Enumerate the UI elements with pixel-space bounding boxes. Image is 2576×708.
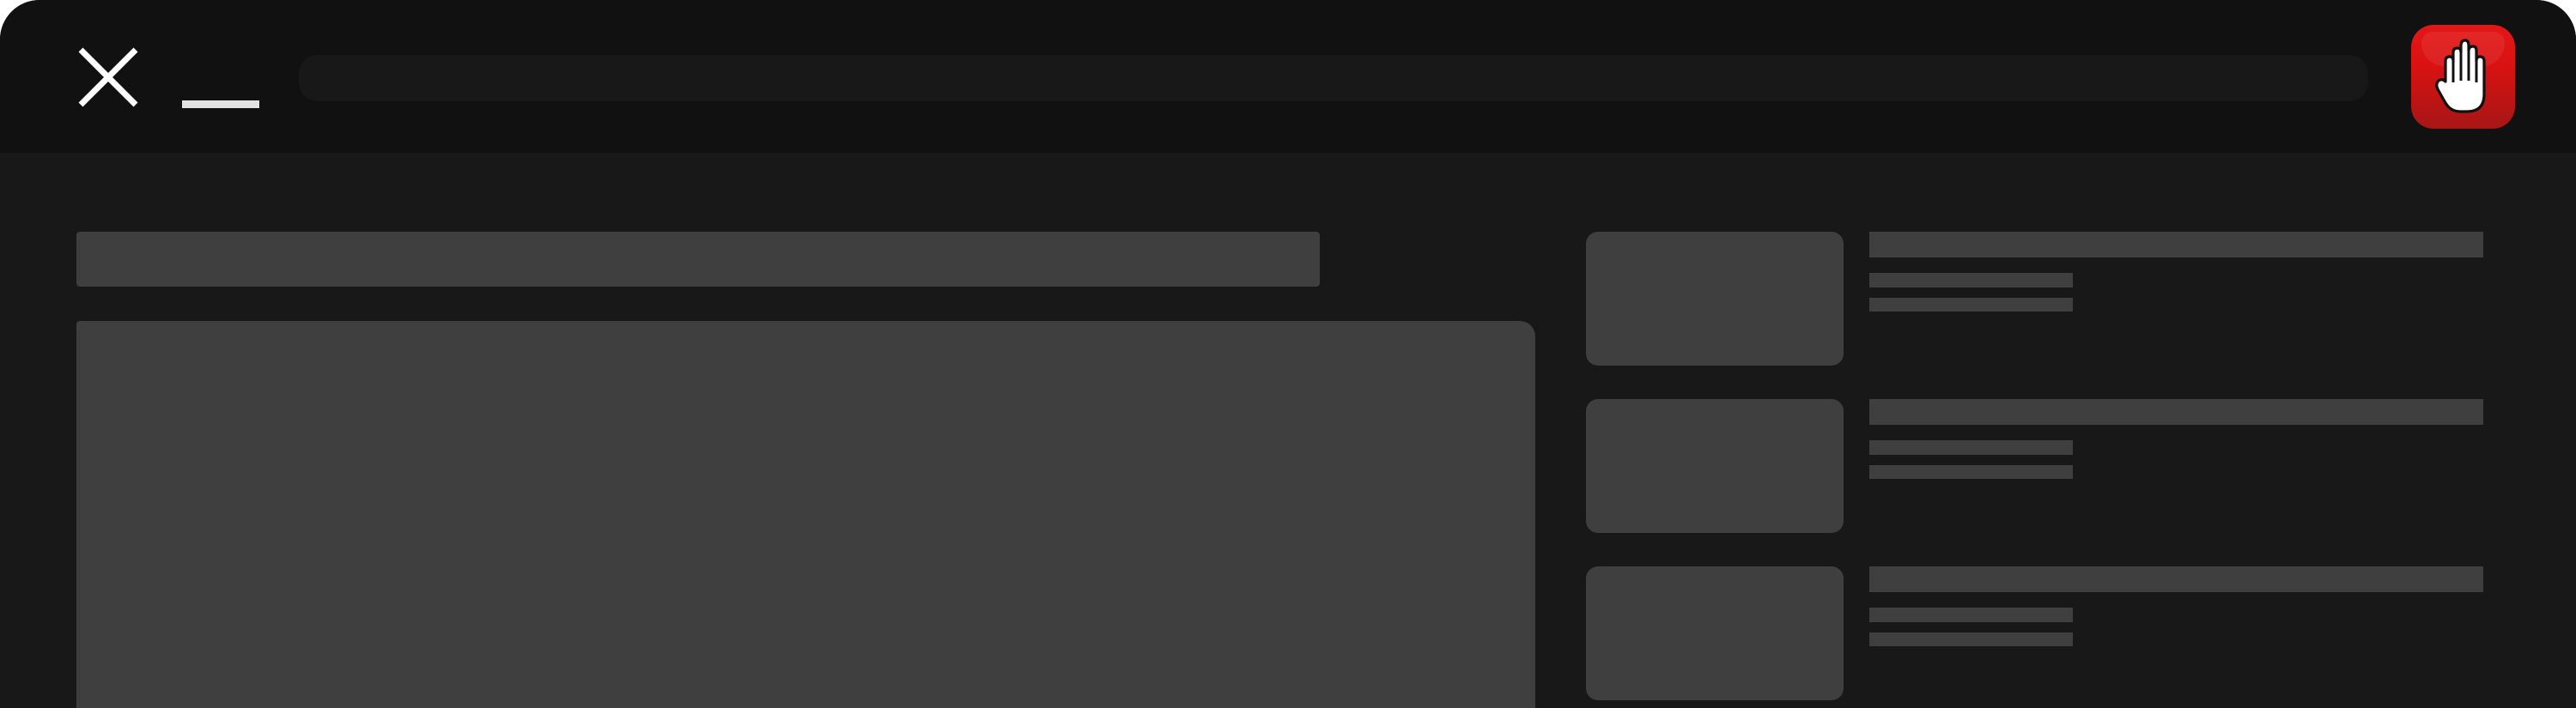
related-video-thumbnail[interactable]	[1586, 232, 1844, 366]
close-icon	[78, 47, 138, 107]
extension-button[interactable]	[2411, 25, 2515, 129]
minimize-icon	[182, 100, 259, 108]
related-video-channel-placeholder	[1869, 273, 2073, 287]
related-video-channel-placeholder	[1869, 608, 2073, 622]
related-video-title-placeholder	[1869, 566, 2483, 592]
related-video-item[interactable]	[1586, 232, 2483, 366]
address-bar[interactable]	[299, 55, 2368, 101]
related-video-meta-placeholder	[1869, 632, 2073, 646]
browser-window	[0, 0, 2576, 708]
title-bar	[0, 0, 2576, 153]
related-video-thumbnail[interactable]	[1586, 399, 1844, 533]
video-title-placeholder	[76, 232, 1320, 287]
related-video-title-placeholder	[1869, 232, 2483, 257]
related-video-meta-placeholder	[1869, 298, 2073, 312]
related-video-channel-placeholder	[1869, 440, 2073, 455]
related-video-item[interactable]	[1586, 566, 2483, 700]
related-video-meta-placeholder	[1869, 465, 2073, 479]
video-player-placeholder[interactable]	[76, 321, 1535, 708]
related-video-title-placeholder	[1869, 399, 2483, 425]
related-video-item[interactable]	[1586, 399, 2483, 533]
raised-hand-icon	[2435, 39, 2486, 113]
minimize-button[interactable]	[176, 86, 262, 120]
close-button[interactable]	[67, 36, 149, 118]
related-video-thumbnail[interactable]	[1586, 566, 1844, 700]
